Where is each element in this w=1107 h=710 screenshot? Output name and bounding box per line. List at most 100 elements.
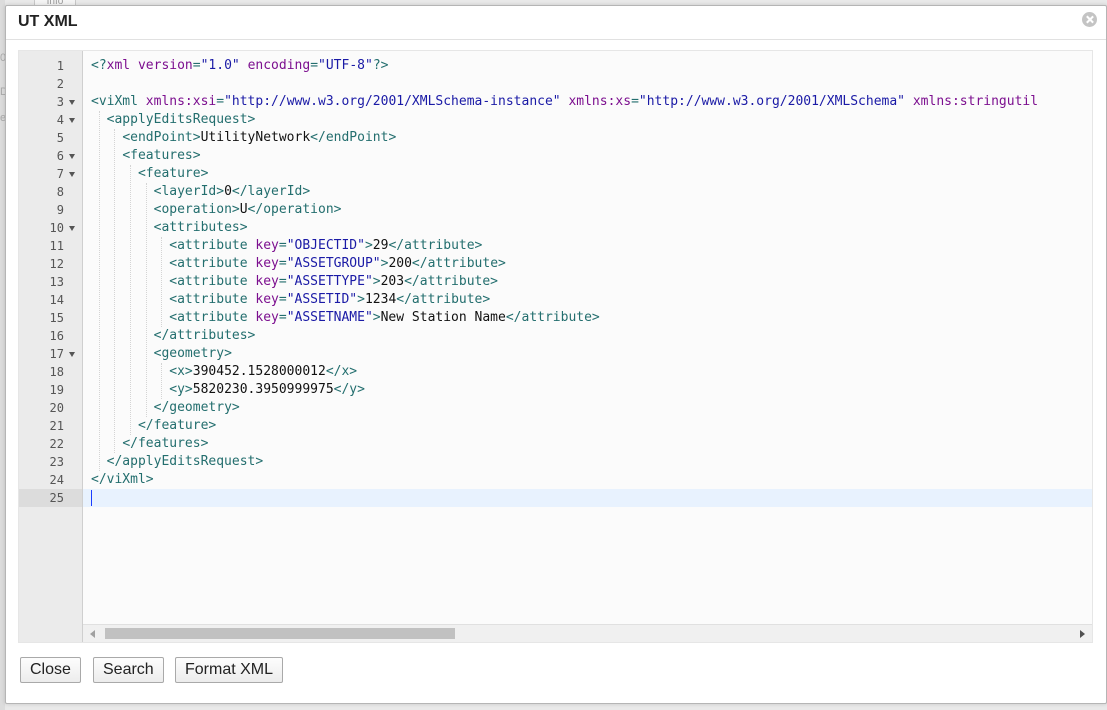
code-line[interactable]: <viXml xmlns:xsi="http://www.w3.org/2001… <box>83 93 1092 111</box>
code-line[interactable]: <attributes> <box>83 219 1092 237</box>
code-line[interactable]: </applyEditsRequest> <box>83 453 1092 471</box>
code-token: </applyEditsRequest> <box>106 454 264 469</box>
code-line[interactable] <box>83 75 1092 93</box>
fold-toggle-icon[interactable] <box>69 100 75 105</box>
code-token: = <box>631 94 639 109</box>
code-line-text: <y>5820230.3950999975</y> <box>91 381 365 399</box>
code-line[interactable]: <attribute key="ASSETTYPE">203</attribut… <box>83 273 1092 291</box>
line-number: 8 <box>56 185 64 199</box>
code-line-text: <layerId>0</layerId> <box>91 183 311 201</box>
code-line[interactable]: <feature> <box>83 165 1092 183</box>
code-token: "UTF-8" <box>318 58 373 73</box>
code-line[interactable]: <attribute key="OBJECTID">29</attribute> <box>83 237 1092 255</box>
code-token: <applyEditsRequest> <box>106 112 256 127</box>
code-token: = <box>192 58 201 73</box>
code-token: key <box>255 310 279 325</box>
code-line[interactable]: </attributes> <box>83 327 1092 345</box>
format-xml-button[interactable]: Format XML <box>175 657 284 683</box>
code-area[interactable]: <?xml version="1.0" encoding="UTF-8"?> <v… <box>83 51 1092 625</box>
code-token: </features> <box>122 436 209 451</box>
search-button[interactable]: Search <box>93 657 164 683</box>
close-circle-icon[interactable] <box>1082 12 1097 27</box>
code-line[interactable]: <?xml version="1.0" encoding="UTF-8"?> <box>83 57 1092 75</box>
code-line[interactable]: <y>5820230.3950999975</y> <box>83 381 1092 399</box>
code-token: 390452.1528000012 <box>192 364 326 379</box>
code-line[interactable]: <applyEditsRequest> <box>83 111 1092 129</box>
code-line[interactable]: <attribute key="ASSETGROUP">200</attribu… <box>83 255 1092 273</box>
code-line-text: <attribute key="ASSETID">1234</attribute… <box>91 291 490 309</box>
code-line[interactable]: <features> <box>83 147 1092 165</box>
code-line[interactable]: </geometry> <box>83 399 1092 417</box>
fold-toggle-icon[interactable] <box>69 172 75 177</box>
code-line[interactable]: <attribute key="ASSETID">1234</attribute… <box>83 291 1092 309</box>
code-line-text: </feature> <box>91 417 216 435</box>
text-cursor <box>91 490 92 506</box>
xml-code-editor[interactable]: 1 2 3 4 5 6 7 8 9 10 11 12 13 14 15 16 17 18 19 20 21 22 23 24 2… <box>18 50 1093 643</box>
code-line-text: <features> <box>91 147 200 165</box>
code-token: <layerId> <box>153 184 225 199</box>
code-token: <attribute <box>169 238 256 253</box>
code-token: > <box>364 238 373 253</box>
code-token: xmlns:xsi <box>145 94 217 109</box>
code-line[interactable]: <attribute key="ASSETNAME">New Station N… <box>83 309 1092 327</box>
code-line[interactable]: <endPoint>UtilityNetwork</endPoint> <box>83 129 1092 147</box>
line-number: 18 <box>49 365 64 379</box>
fold-toggle-icon[interactable] <box>69 154 75 159</box>
fold-toggle-icon[interactable] <box>69 118 75 123</box>
line-number: 16 <box>49 329 64 343</box>
code-token: 203 <box>380 274 405 289</box>
code-token: = <box>278 310 287 325</box>
code-token: </attribute> <box>505 310 600 325</box>
scroll-left-arrow-icon[interactable] <box>90 630 95 638</box>
code-line-text: <?xml version="1.0" encoding="UTF-8"?> <box>91 57 388 75</box>
code-line[interactable]: </feature> <box>83 417 1092 435</box>
line-number: 22 <box>49 437 64 451</box>
scroll-right-arrow-icon[interactable] <box>1080 630 1085 638</box>
code-token: > <box>372 274 381 289</box>
code-token: <attributes> <box>153 220 248 235</box>
line-number: 5 <box>56 131 64 145</box>
code-token: <attribute <box>169 310 256 325</box>
code-line[interactable]: <x>390452.1528000012</x> <box>83 363 1092 381</box>
code-token: <attribute <box>169 292 256 307</box>
line-number: 21 <box>49 419 64 433</box>
code-token: </attribute> <box>411 256 506 271</box>
code-line[interactable]: </features> <box>83 435 1092 453</box>
code-token: UtilityNetwork <box>200 130 311 145</box>
code-token: "ASSETNAME" <box>286 310 373 325</box>
scrollbar-thumb[interactable] <box>105 628 455 639</box>
code-line[interactable]: <layerId>0</layerId> <box>83 183 1092 201</box>
fold-toggle-icon[interactable] <box>69 352 75 357</box>
code-line-text: <attribute key="ASSETTYPE">203</attribut… <box>91 273 498 291</box>
code-line[interactable]: </viXml> <box>83 471 1092 489</box>
line-number-gutter: 1 2 3 4 5 6 7 8 9 10 11 12 13 14 15 16 17 18 19 20 21 22 23 24 2… <box>19 51 83 642</box>
code-token: 1234 <box>364 292 397 307</box>
fold-toggle-icon[interactable] <box>69 226 75 231</box>
code-token: "1.0" <box>200 58 240 73</box>
code-line[interactable] <box>83 489 1092 507</box>
code-token: </endPoint> <box>310 130 397 145</box>
code-token: </geometry> <box>153 400 240 415</box>
code-token: = <box>216 94 225 109</box>
close-button[interactable]: Close <box>20 657 81 683</box>
line-number: 2 <box>56 77 64 91</box>
code-line-text: <viXml xmlns:xsi="http://www.w3.org/2001… <box>91 93 1038 111</box>
code-token: key <box>255 274 279 289</box>
code-line[interactable]: <operation>U</operation> <box>83 201 1092 219</box>
code-line[interactable]: <geometry> <box>83 345 1092 363</box>
code-token: "ASSETTYPE" <box>286 274 373 289</box>
code-token: <attribute <box>169 274 256 289</box>
dialog-titlebar: UT XML <box>6 6 1106 40</box>
horizontal-scrollbar[interactable] <box>83 624 1092 642</box>
